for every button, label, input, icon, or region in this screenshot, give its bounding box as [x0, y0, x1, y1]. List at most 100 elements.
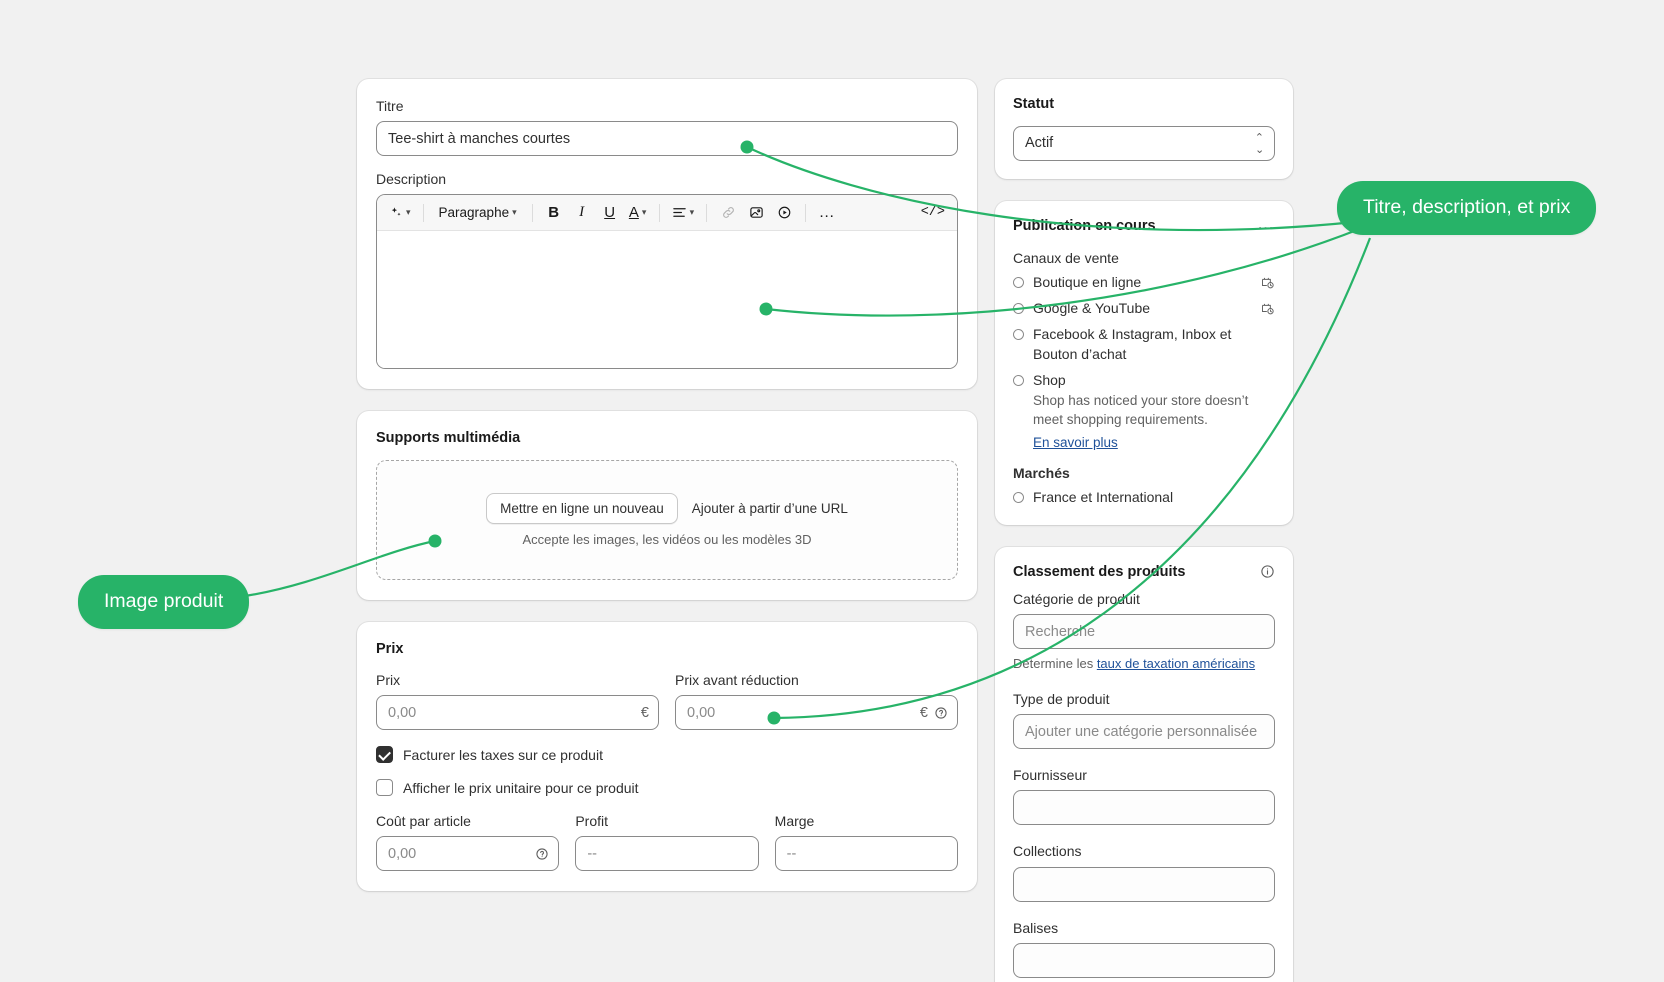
more-options-button[interactable]: … [814, 200, 840, 226]
markets-heading: Marchés [1013, 465, 1070, 482]
block-style-dropdown[interactable]: Paragraphe ▾ [432, 200, 524, 226]
cost-input[interactable]: 0,00 [376, 836, 560, 872]
price-label: Prix [376, 672, 401, 689]
right-column: Statut Actif ⌃ ⌃ Publication en cours … C… [995, 79, 1293, 982]
chevron-updown-icon: ⌃ ⌃ [1254, 132, 1264, 155]
help-icon[interactable] [535, 847, 549, 861]
code-view-button[interactable]: </> [917, 200, 949, 226]
product-form: Titre Tee-shirt à manches courtes Descri… [357, 79, 1307, 982]
compare-price-suffix: € [920, 695, 948, 730]
charge-tax-checkbox-row[interactable]: Facturer les taxes sur ce produit [376, 746, 958, 764]
upload-new-button[interactable]: Mettre en ligne un nouveau [486, 493, 678, 525]
collections-input[interactable] [1013, 866, 1275, 902]
annotation-label-titre-description-prix: Titre, description, et prix [1337, 181, 1597, 235]
channel-item-google-youtube[interactable]: Google & YouTube [1013, 299, 1275, 318]
price-row: Prix 0,00 € Prix avant réduction 0,00 € [376, 671, 958, 731]
schedule-icon[interactable] [1260, 273, 1275, 290]
currency-symbol: € [919, 704, 928, 721]
sparkle-icon[interactable]: ▾ [385, 200, 415, 226]
channel-label: Boutique en ligne [1033, 273, 1142, 290]
organization-card-title: Classement des produits [1013, 564, 1186, 581]
sales-channels-heading: Canaux de vente [1013, 249, 1119, 266]
channel-label: Google & YouTube [1033, 300, 1151, 316]
market-item-france-international[interactable]: France et International [1013, 488, 1275, 507]
description-textarea[interactable] [377, 231, 957, 369]
text-color-button[interactable]: A ▾ [625, 200, 651, 226]
schedule-icon[interactable] [1260, 299, 1275, 316]
add-from-url-link[interactable]: Ajouter à partir d’une URL [692, 501, 848, 516]
divider [706, 203, 708, 222]
profit-input[interactable]: -- [575, 836, 759, 872]
margin-input[interactable]: -- [774, 836, 958, 872]
cost-field: Coût par article 0,00 [376, 812, 560, 872]
cost-label: Coût par article [376, 813, 471, 830]
link-icon[interactable] [715, 200, 741, 226]
align-icon[interactable]: ▾ [668, 200, 699, 226]
chevron-down-icon: ▾ [689, 207, 695, 218]
charge-tax-label: Facturer les taxes sur ce produit [403, 746, 603, 763]
publication-more-button[interactable]: … [1257, 215, 1275, 232]
underline-button[interactable]: U [597, 200, 623, 226]
collections-label: Collections [1013, 843, 1082, 860]
description-label: Description [376, 171, 447, 188]
unit-price-checkbox[interactable] [376, 779, 393, 797]
organization-header: Classement des produits [1013, 563, 1275, 590]
product-type-label: Type de produit [1013, 691, 1110, 708]
price-card-title: Prix [376, 641, 404, 658]
charge-tax-checkbox[interactable] [376, 746, 393, 764]
margin-label: Marge [774, 813, 815, 830]
price-field: Prix 0,00 € [376, 671, 659, 731]
compare-price-field: Prix avant réduction 0,00 € [675, 671, 958, 731]
unit-price-checkbox-row[interactable]: Afficher le prix unitaire pour ce produi… [376, 779, 958, 797]
market-radio[interactable] [1013, 492, 1024, 504]
status-card-title: Statut [1013, 96, 1055, 112]
media-card: Supports multimédia Mettre en ligne un n… [357, 411, 977, 601]
dropzone-actions: Mettre en ligne un nouveau Ajouter à par… [486, 493, 848, 525]
channel-radio[interactable] [1013, 303, 1024, 314]
video-icon[interactable] [771, 200, 797, 226]
title-description-card: Titre Tee-shirt à manches courtes Descri… [357, 79, 977, 390]
publication-header: Publication en cours … [1013, 215, 1275, 240]
channel-note: Shop has noticed your store doesn’t meet… [1033, 393, 1249, 427]
category-label: Catégorie de produit [1013, 591, 1140, 608]
cost-row: Coût par article 0,00 Profit -- Marge -- [376, 812, 958, 872]
cost-suffix [535, 836, 549, 871]
vendor-input[interactable] [1013, 790, 1275, 826]
block-style-label: Paragraphe [438, 205, 510, 221]
category-help-prefix: Détermine les [1013, 656, 1097, 672]
product-type-input[interactable]: Ajouter une catégorie personnalisée [1013, 714, 1275, 750]
dropzone-hint: Accepte les images, les vidéos ou les mo… [522, 532, 812, 548]
channel-radio[interactable] [1013, 276, 1024, 288]
info-icon[interactable] [1260, 563, 1275, 579]
status-select[interactable]: Actif [1013, 125, 1275, 161]
unit-price-label: Afficher le prix unitaire pour ce produi… [403, 779, 639, 796]
channel-item-facebook-instagram[interactable]: Facebook & Instagram, Inbox et Bouton d’… [1013, 325, 1275, 364]
italic-button[interactable]: I [569, 200, 595, 226]
divider [422, 203, 424, 222]
description-editor[interactable]: ▾ Paragraphe ▾ B I U A ▾ ▾ … </> [376, 194, 958, 370]
image-icon[interactable] [743, 200, 769, 226]
channel-radio[interactable] [1013, 329, 1024, 341]
title-input[interactable]: Tee-shirt à manches courtes [376, 121, 958, 157]
publication-card: Publication en cours … Canaux de vente B… [995, 200, 1293, 526]
tags-input[interactable] [1013, 942, 1275, 978]
price-input[interactable]: 0,00 [376, 695, 659, 731]
divider [805, 203, 807, 222]
bold-button[interactable]: B [541, 200, 567, 226]
help-icon[interactable] [934, 706, 948, 720]
compare-price-input[interactable]: 0,00 [675, 695, 958, 731]
learn-more-link[interactable]: En savoir plus [1033, 435, 1118, 450]
organization-card: Classement des produits Catégorie de pro… [995, 547, 1293, 982]
market-label: France et International [1033, 489, 1174, 506]
media-dropzone[interactable]: Mettre en ligne un nouveau Ajouter à par… [376, 460, 958, 581]
left-column: Titre Tee-shirt à manches courtes Descri… [357, 79, 977, 892]
channel-item-shop[interactable]: Shop Shop has noticed your store doesn’t… [1013, 371, 1275, 452]
divider [658, 203, 660, 222]
channel-radio[interactable] [1013, 374, 1024, 386]
us-tax-rates-link[interactable]: taux de taxation américains [1097, 656, 1255, 671]
category-search-input[interactable]: Recherche [1013, 614, 1275, 650]
media-card-title: Supports multimédia [376, 430, 521, 447]
channel-item-online-store[interactable]: Boutique en ligne [1013, 273, 1275, 292]
screen: Titre Tee-shirt à manches courtes Descri… [0, 0, 1664, 982]
profit-label: Profit [575, 813, 609, 830]
